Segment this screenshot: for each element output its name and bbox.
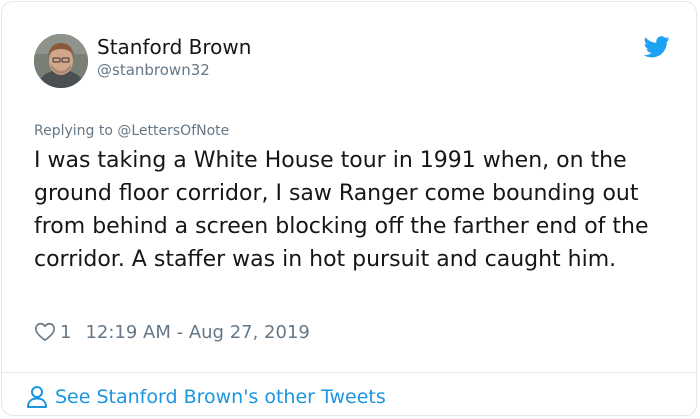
like-count[interactable]: 1: [60, 322, 71, 343]
heart-outline-icon[interactable]: [34, 321, 56, 343]
see-other-tweets-label[interactable]: See Stanford Brown's other Tweets: [55, 386, 386, 408]
see-other-tweets-link[interactable]: See Stanford Brown's other Tweets: [26, 383, 386, 411]
author-name[interactable]: Stanford Brown: [97, 34, 251, 60]
person-outline-icon: [27, 386, 47, 408]
twitter-bird-icon[interactable]: [644, 36, 670, 58]
timestamp[interactable]: 12:19 AM - Aug 27, 2019: [85, 322, 309, 343]
author-handle[interactable]: @stanbrown32: [97, 60, 210, 80]
tweet-meta: 1 12:19 AM - Aug 27, 2019: [34, 319, 310, 345]
divider: [2, 372, 696, 373]
tweet-card: Stanford Brown @stanbrown32 Replying to …: [1, 1, 697, 416]
avatar[interactable]: [34, 34, 88, 88]
replying-to[interactable]: Replying to @LettersOfNote: [34, 121, 229, 141]
tweet-text: I was taking a White House tour in 1991 …: [34, 148, 649, 272]
